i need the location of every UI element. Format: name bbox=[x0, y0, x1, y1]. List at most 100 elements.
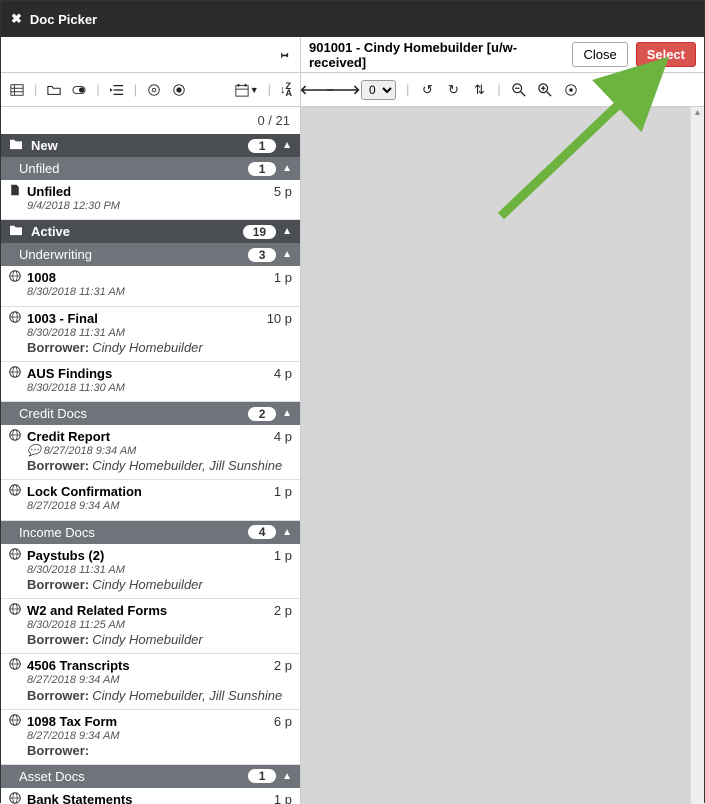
folder-icon bbox=[9, 224, 23, 239]
collapse-icon[interactable]: ▲ bbox=[282, 226, 292, 237]
doc-item[interactable]: W2 and Related Forms2 p8/30/2018 11:25 A… bbox=[1, 599, 300, 654]
doc-item[interactable]: Credit Report4 p💬 8/27/2018 9:34 AMBorro… bbox=[1, 425, 300, 480]
doc-item[interactable]: Paystubs (2)1 p8/30/2018 11:31 AMBorrowe… bbox=[1, 544, 300, 599]
doc-date: 9/4/2018 12:30 PM bbox=[9, 199, 292, 213]
selection-counter: 0 / 21 bbox=[1, 107, 300, 134]
subsection-asset docs[interactable]: Asset Docs1▲ bbox=[1, 765, 300, 788]
record-title: 901001 - Cindy Homebuilder [u/w-received… bbox=[309, 40, 564, 70]
doc-name: W2 and Related Forms bbox=[27, 603, 274, 618]
rotate-left-icon[interactable]: ↺ bbox=[419, 82, 435, 98]
select-button[interactable]: Select bbox=[636, 42, 696, 67]
doc-date: 8/27/2018 9:34 AM bbox=[9, 729, 292, 743]
collapse-icon[interactable]: ▲ bbox=[282, 249, 292, 260]
folder-icon bbox=[9, 138, 23, 153]
window-title: Doc Picker bbox=[30, 12, 97, 27]
doc-pages: 4 p bbox=[274, 429, 292, 444]
section-label: New bbox=[31, 138, 58, 153]
panel-layout-icon[interactable] bbox=[9, 82, 25, 98]
page-select[interactable]: 0 bbox=[361, 80, 396, 100]
collapse-icon[interactable]: ▲ bbox=[282, 163, 292, 174]
section-count: 1 bbox=[248, 139, 276, 153]
app-logo-icon: ✖ bbox=[11, 11, 22, 27]
section-active[interactable]: Active 19 ▲ bbox=[1, 220, 300, 243]
doc-type-icon bbox=[9, 792, 21, 804]
toolbar-right: 🡐 🡒 0 | ↺ ↻ ⇅ | bbox=[301, 73, 704, 106]
doc-item[interactable]: 1098 Tax Form6 p8/27/2018 9:34 AMBorrowe… bbox=[1, 710, 300, 765]
doc-name: AUS Findings bbox=[27, 366, 274, 381]
subsection-unfiled[interactable]: Unfiled1▲ bbox=[1, 157, 300, 180]
close-button[interactable]: Close bbox=[572, 42, 627, 67]
doc-borrower: Borrower: Cindy Homebuilder, Jill Sunshi… bbox=[9, 458, 292, 473]
doc-name: Credit Report bbox=[27, 429, 274, 444]
section-new[interactable]: New 1 ▲ bbox=[1, 134, 300, 157]
doc-item[interactable]: 4506 Transcripts2 p8/27/2018 9:34 AMBorr… bbox=[1, 654, 300, 709]
subsection-label: Credit Docs bbox=[19, 406, 87, 421]
doc-name: 1098 Tax Form bbox=[27, 714, 274, 729]
doc-date: 8/27/2018 9:34 AM bbox=[9, 673, 292, 687]
subsection-count: 2 bbox=[248, 407, 276, 421]
subsection-label: Underwriting bbox=[19, 247, 92, 262]
doc-pages: 2 p bbox=[274, 658, 292, 673]
folder-open-icon[interactable] bbox=[46, 82, 62, 98]
record-dot-icon[interactable] bbox=[171, 82, 187, 98]
doc-item[interactable]: Unfiled5 p9/4/2018 12:30 PM bbox=[1, 180, 300, 220]
subsection-underwriting[interactable]: Underwriting3▲ bbox=[1, 243, 300, 266]
doc-item[interactable]: 1003 - Final10 p8/30/2018 11:31 AMBorrow… bbox=[1, 307, 300, 362]
calendar-icon[interactable]: ▼ bbox=[235, 82, 259, 98]
comment-icon: 💬 bbox=[27, 445, 44, 457]
doc-item[interactable]: 10081 p8/30/2018 11:31 AM bbox=[1, 266, 300, 306]
zoom-out-icon[interactable] bbox=[511, 82, 527, 98]
main-body: 0 / 21 New1▲Unfiled1▲Unfiled5 p9/4/2018 … bbox=[1, 107, 704, 804]
doc-type-icon bbox=[9, 366, 21, 381]
doc-date: 8/30/2018 11:31 AM bbox=[9, 285, 292, 299]
collapse-icon[interactable]: ▲ bbox=[282, 771, 292, 782]
doc-pages: 1 p bbox=[274, 270, 292, 285]
document-sidebar[interactable]: 0 / 21 New1▲Unfiled1▲Unfiled5 p9/4/2018 … bbox=[1, 107, 301, 804]
section-label: Active bbox=[31, 224, 70, 239]
doc-type-icon bbox=[9, 714, 21, 729]
swap-vert-icon[interactable]: ⇅ bbox=[471, 82, 487, 98]
subsection-count: 4 bbox=[248, 525, 276, 539]
doc-date: 8/30/2018 11:31 AM bbox=[9, 563, 292, 577]
preview-pane: ▴ bbox=[301, 107, 704, 804]
window-titlebar: ✖ Doc Picker bbox=[1, 1, 704, 37]
doc-name: Bank Statements bbox=[27, 792, 274, 804]
doc-pages: 1 p bbox=[274, 548, 292, 563]
target-icon[interactable] bbox=[146, 82, 162, 98]
sort-alpha-icon[interactable]: ↓ZA bbox=[280, 82, 292, 98]
collapse-icon[interactable]: ▲ bbox=[282, 527, 292, 538]
section-count: 19 bbox=[243, 225, 276, 239]
doc-pages: 2 p bbox=[274, 603, 292, 618]
doc-date: 8/27/2018 9:34 AM bbox=[9, 499, 292, 513]
target-dot-icon[interactable] bbox=[563, 82, 579, 98]
doc-pages: 6 p bbox=[274, 714, 292, 729]
doc-name: Unfiled bbox=[27, 184, 274, 199]
doc-item[interactable]: Lock Confirmation1 p8/27/2018 9:34 AM bbox=[1, 480, 300, 520]
collapse-icon[interactable]: ▲ bbox=[282, 140, 292, 151]
doc-item[interactable]: AUS Findings4 p8/30/2018 11:30 AM bbox=[1, 362, 300, 402]
pin-icon[interactable] bbox=[276, 47, 292, 63]
doc-date: 💬 8/27/2018 9:34 AM bbox=[9, 444, 292, 458]
doc-name: 1003 - Final bbox=[27, 311, 267, 326]
doc-pages: 4 p bbox=[274, 366, 292, 381]
doc-name: Lock Confirmation bbox=[27, 484, 274, 499]
doc-borrower: Borrower: Cindy Homebuilder bbox=[9, 632, 292, 647]
subsection-income docs[interactable]: Income Docs4▲ bbox=[1, 521, 300, 544]
subsection-credit docs[interactable]: Credit Docs 2 ▲ bbox=[1, 402, 300, 425]
doc-borrower: Borrower: Cindy Homebuilder bbox=[9, 577, 292, 592]
doc-item[interactable]: Bank Statements1 p8/27/2018 9:34 AM bbox=[1, 788, 300, 804]
zoom-in-icon[interactable] bbox=[537, 82, 553, 98]
nav-back-icon[interactable]: 🡐 bbox=[309, 82, 325, 98]
doc-type-icon bbox=[9, 311, 21, 326]
rotate-right-icon[interactable]: ↻ bbox=[445, 82, 461, 98]
toolbar-left: | | | ▼ | ↓ZA bbox=[1, 73, 301, 106]
subsection-label: Unfiled bbox=[19, 161, 59, 176]
doc-name: Paystubs (2) bbox=[27, 548, 274, 563]
list-indent-icon[interactable] bbox=[109, 82, 125, 98]
header-right-pane: 901001 - Cindy Homebuilder [u/w-received… bbox=[301, 40, 704, 70]
preview-scrollbar[interactable]: ▴ bbox=[690, 107, 704, 804]
collapse-icon[interactable]: ▲ bbox=[282, 408, 292, 419]
doc-pages: 5 p bbox=[274, 184, 292, 199]
toggle-icon[interactable] bbox=[71, 82, 87, 98]
nav-forward-icon[interactable]: 🡒 bbox=[335, 82, 351, 98]
